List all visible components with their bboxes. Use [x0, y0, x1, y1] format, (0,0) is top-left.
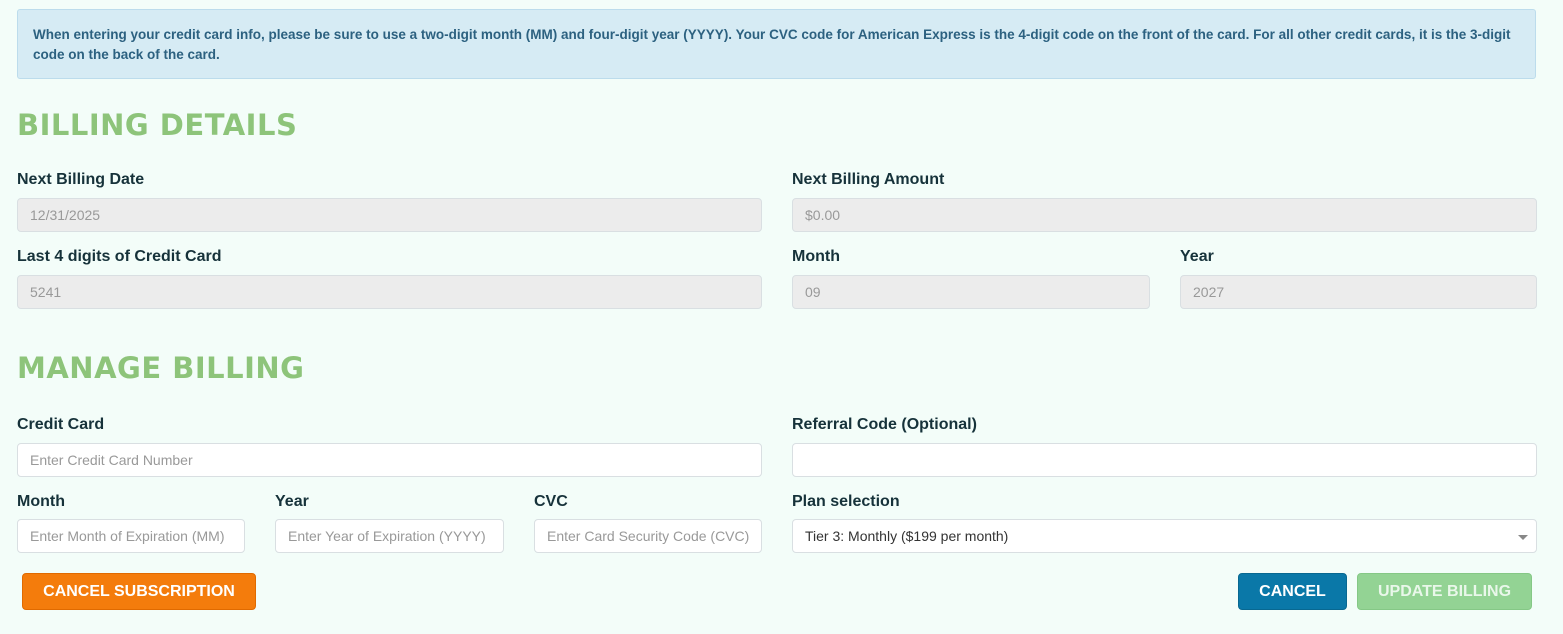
referral-code-label: Referral Code (Optional)	[792, 416, 977, 433]
current-year-field	[1180, 275, 1537, 309]
exp-month-label: Month	[17, 493, 65, 510]
cvc-label: CVC	[534, 493, 568, 510]
last4-field	[17, 275, 762, 309]
update-billing-button[interactable]: UPDATE BILLING	[1357, 573, 1532, 610]
current-month-label: Month	[792, 248, 840, 265]
credit-card-input[interactable]	[17, 443, 762, 477]
plan-selected-value: Tier 3: Monthly ($199 per month)	[805, 528, 1009, 544]
chevron-down-icon	[1518, 535, 1528, 540]
next-billing-date-label: Next Billing Date	[17, 171, 145, 188]
current-month-field	[792, 275, 1150, 309]
exp-year-label: Year	[275, 493, 309, 510]
last4-label: Last 4 digits of Credit Card	[17, 248, 222, 265]
billing-page: When entering your credit card info, ple…	[0, 0, 1563, 634]
manage-billing-title: MANAGE BILLING	[17, 351, 305, 385]
billing-details-title: BILLING DETAILS	[17, 108, 298, 142]
plan-selection-dropdown[interactable]: Tier 3: Monthly ($199 per month)	[792, 519, 1537, 553]
current-year-label: Year	[1180, 248, 1214, 265]
referral-code-input[interactable]	[792, 443, 1537, 477]
plan-selection-label: Plan selection	[792, 493, 900, 510]
exp-year-input[interactable]	[275, 519, 504, 553]
next-billing-amount-label: Next Billing Amount	[792, 171, 945, 188]
info-alert: When entering your credit card info, ple…	[17, 9, 1536, 79]
exp-month-input[interactable]	[17, 519, 245, 553]
cancel-subscription-button[interactable]: CANCEL SUBSCRIPTION	[22, 573, 256, 610]
next-billing-amount-field	[792, 198, 1537, 232]
cancel-button[interactable]: CANCEL	[1238, 573, 1347, 610]
credit-card-label: Credit Card	[17, 416, 105, 433]
info-alert-text: When entering your credit card info, ple…	[33, 27, 1511, 62]
cvc-input[interactable]	[534, 519, 762, 553]
next-billing-date-field	[17, 198, 762, 232]
